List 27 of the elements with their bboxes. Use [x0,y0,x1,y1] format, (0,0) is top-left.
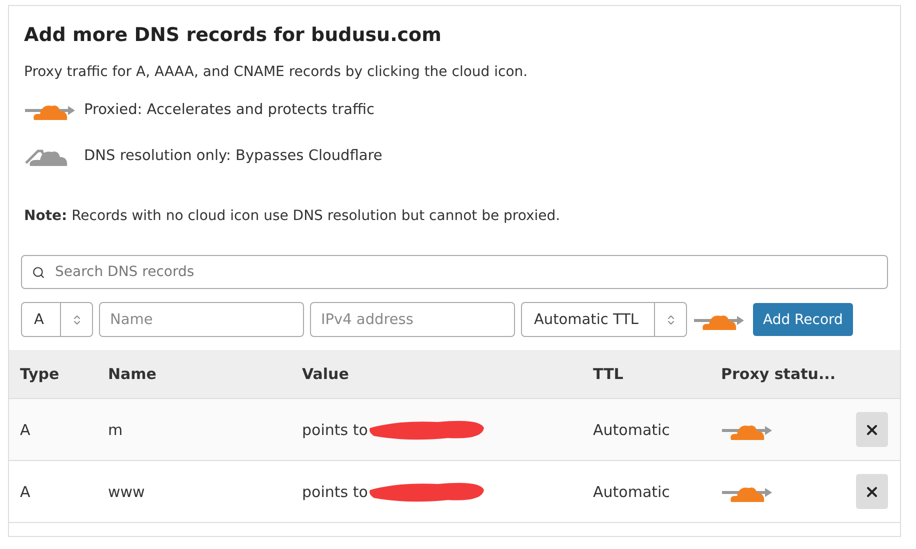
column-header: Value [302,365,350,383]
column-header: Proxy statu... [721,365,837,383]
table-cell-text: www [108,482,146,500]
table-cell-text: Automatic [593,420,671,438]
table-cell-text: A [20,420,32,438]
delete-button[interactable] [856,474,888,509]
legend-text: DNS resolution only: Bypasses Cloudflare [84,148,382,164]
type-select[interactable]: A [21,302,93,337]
card-title: Add more DNS records for budusu.com [24,23,442,48]
legend-text: Proxied: Accelerates and protects traffic [84,102,374,118]
column-header: TTL [593,365,624,383]
name-field[interactable]: Name [99,302,304,337]
column-header: Type [20,365,60,383]
column-header: Name [108,365,158,383]
table-cell-text: A [20,482,32,500]
search-field[interactable]: Search DNS records [21,255,888,289]
value-field[interactable]: IPv4 address [310,302,515,337]
table-cell: points to [302,420,368,438]
table-cell: points to [302,482,368,500]
table-cell-text: m [108,420,124,438]
delete-button[interactable] [856,412,888,447]
table-cell-text: Automatic [593,482,671,500]
note-text: Note: Records with no cloud icon use DNS resolution but cannot be proxied. [24,207,562,225]
ttl-select[interactable]: Automatic TTL [521,302,687,337]
add-record-button[interactable]: Add Record [753,303,853,336]
intro-text: Proxy traffic for A, AAAA, and CNAME records by clicking the cloud icon. [24,63,529,81]
search-icon [32,266,45,279]
